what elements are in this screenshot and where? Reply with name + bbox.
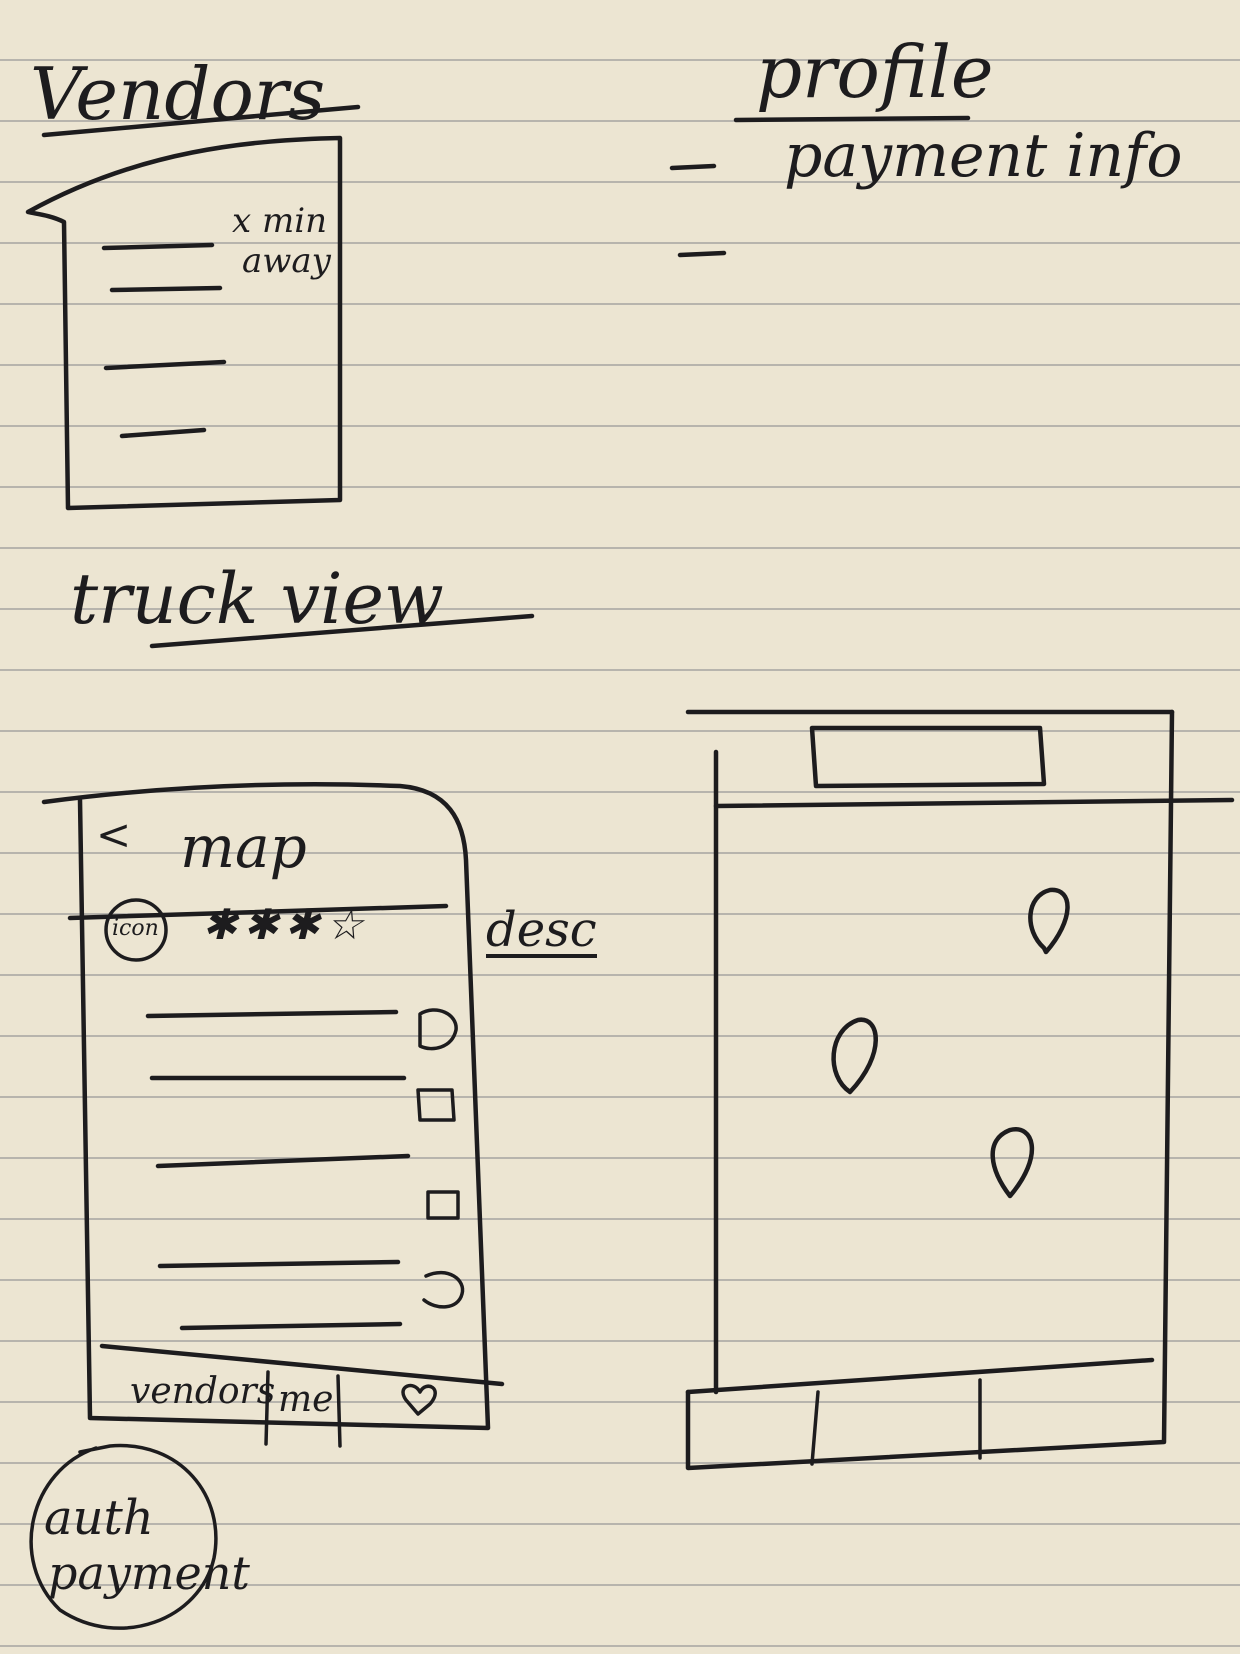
vendors-card-wireframe xyxy=(25,104,361,511)
star-icon: ✱ xyxy=(243,900,285,949)
star-icon: ☆ xyxy=(325,900,370,949)
tab-me: me xyxy=(278,1379,334,1420)
star-icon: ✱ xyxy=(202,900,244,949)
truck-back-glyph: < xyxy=(96,810,132,859)
heart-icon xyxy=(401,1383,437,1416)
profile-heading: profile xyxy=(756,30,994,114)
map-pin-icon xyxy=(831,1017,878,1095)
map-pin-icon xyxy=(1028,887,1070,955)
note-line2: payment xyxy=(48,1546,250,1600)
truck-icon-label: icon xyxy=(112,916,159,941)
tab-vendors: vendors xyxy=(130,1371,276,1412)
rating-stars: ✱✱✱☆ xyxy=(202,904,369,946)
vendors-heading: Vendors xyxy=(30,52,326,136)
desc-note: desc xyxy=(486,902,597,958)
notebook-page: Vendors x min away profile payment info … xyxy=(0,0,1240,1654)
profile-item-payment-info: payment info xyxy=(784,121,1183,191)
truck-map-title: map xyxy=(180,813,307,881)
truck-view-heading: truck view xyxy=(70,558,444,640)
truck-view-phone-wireframe xyxy=(41,613,535,1448)
card-note-line2: away xyxy=(242,241,331,281)
map-phone-wireframe xyxy=(685,709,1235,1471)
map-pin-icon xyxy=(990,1127,1035,1199)
card-note-line1: x min xyxy=(232,201,327,241)
star-icon: ✱ xyxy=(284,900,326,949)
note-line1: auth xyxy=(44,1490,154,1546)
